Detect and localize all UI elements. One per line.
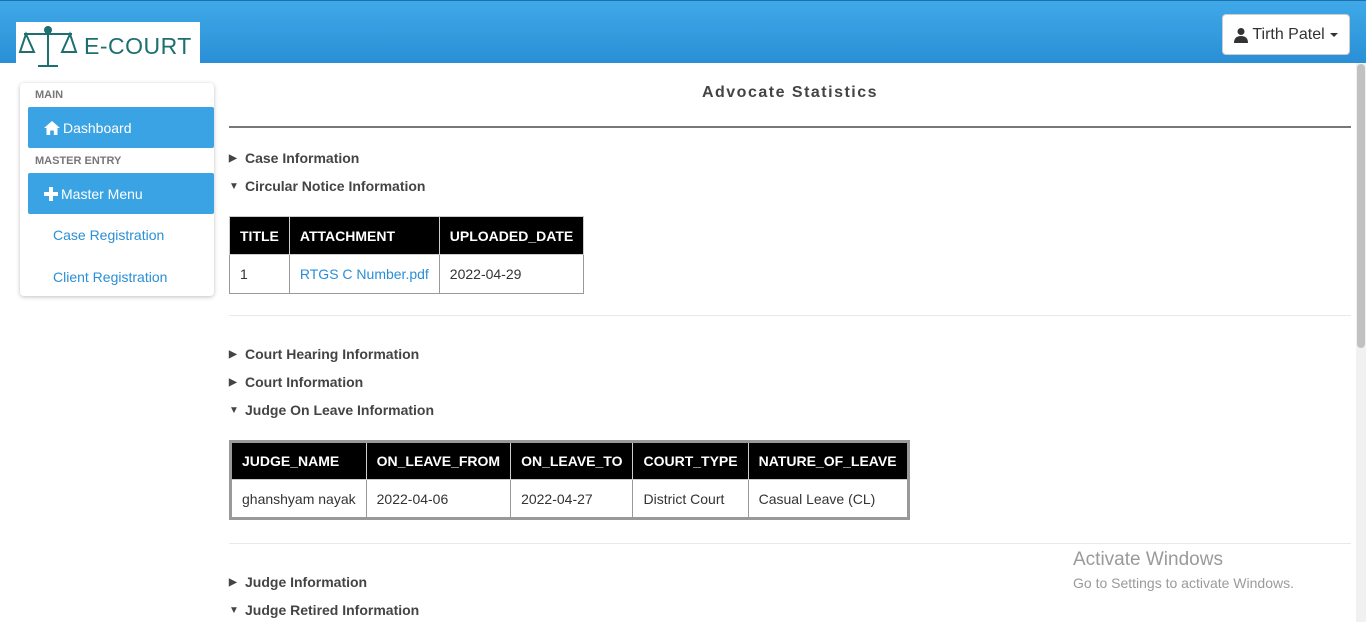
column-header: JUDGE_NAME bbox=[230, 441, 367, 480]
column-header: TITLE bbox=[229, 216, 290, 255]
triangle-down-icon: ▼ bbox=[229, 180, 239, 192]
user-name: Tirth Patel bbox=[1252, 25, 1325, 43]
table-cell: ghanshyam nayak bbox=[230, 479, 367, 519]
table-row: 1 RTGS C Number.pdf 2022-04-29 bbox=[229, 254, 585, 294]
table-row: ghanshyam nayak 2022-04-06 2022-04-27 Di… bbox=[230, 479, 909, 519]
section-label: Circular Notice Information bbox=[245, 178, 426, 194]
column-header: ATTACHMENT bbox=[288, 216, 440, 255]
sidebar-link-client-registration[interactable]: Client Registration bbox=[53, 269, 167, 285]
table-cell: District Court bbox=[632, 479, 749, 519]
attachment-link[interactable]: RTGS C Number.pdf bbox=[300, 266, 429, 282]
section-label: Court Hearing Information bbox=[245, 346, 420, 362]
user-menu-button[interactable]: Tirth Patel bbox=[1222, 14, 1350, 55]
sidebar: MAIN Dashboard MASTER ENTRY Master Menu … bbox=[20, 83, 214, 296]
table-cell: 2022-04-27 bbox=[510, 479, 634, 519]
triangle-right-icon: ▶ bbox=[229, 348, 237, 360]
section-toggle-judge-retired-information[interactable]: ▼ Judge Retired Information bbox=[229, 602, 419, 618]
divider bbox=[229, 126, 1351, 128]
caret-down-icon bbox=[1329, 32, 1338, 37]
section-label: Case Information bbox=[245, 150, 360, 166]
table-cell: Casual Leave (CL) bbox=[747, 479, 909, 519]
column-header: COURT_TYPE bbox=[632, 441, 749, 480]
column-header: NATURE_OF_LEAVE bbox=[747, 441, 909, 480]
user-icon bbox=[1234, 27, 1249, 43]
table-cell: RTGS C Number.pdf bbox=[288, 254, 440, 294]
triangle-right-icon: ▶ bbox=[229, 152, 237, 164]
scrollbar-thumb[interactable] bbox=[1357, 64, 1365, 348]
column-header: UPLOADED_DATE bbox=[438, 216, 585, 255]
column-header: ON_LEAVE_TO bbox=[510, 441, 634, 480]
section-toggle-court-hearing-information[interactable]: ▶ Court Hearing Information bbox=[229, 346, 419, 362]
triangle-down-icon: ▼ bbox=[229, 404, 239, 416]
sidebar-link-case-registration[interactable]: Case Registration bbox=[53, 227, 164, 243]
triangle-right-icon: ▶ bbox=[229, 376, 237, 388]
watermark-title: Activate Windows bbox=[1073, 549, 1223, 570]
sidebar-item-dashboard[interactable]: Dashboard bbox=[28, 107, 214, 148]
table-cell: 2022-04-29 bbox=[438, 254, 585, 294]
judge-on-leave-table: JUDGE_NAME ON_LEAVE_FROM ON_LEAVE_TO COU… bbox=[229, 440, 910, 520]
windows-activation-watermark: Activate Windows Go to Settings to activ… bbox=[1073, 549, 1294, 591]
logo-text: E-COURT bbox=[84, 32, 192, 59]
sidebar-item-master-menu[interactable]: Master Menu bbox=[28, 173, 214, 214]
section-label: Judge On Leave Information bbox=[245, 402, 435, 418]
home-icon bbox=[44, 120, 60, 135]
triangle-right-icon: ▶ bbox=[229, 576, 237, 588]
section-label: Judge Retired Information bbox=[245, 602, 420, 618]
sidebar-heading-main: MAIN bbox=[35, 89, 64, 101]
divider bbox=[229, 543, 1351, 544]
divider bbox=[229, 315, 1351, 316]
sidebar-item-label: Master Menu bbox=[61, 185, 143, 202]
section-toggle-case-information[interactable]: ▶ Case Information bbox=[229, 150, 359, 166]
sidebar-heading-master-entry: MASTER ENTRY bbox=[35, 155, 122, 167]
section-label: Judge Information bbox=[245, 574, 368, 590]
logo[interactable]: E-COURT bbox=[16, 22, 200, 70]
top-navbar bbox=[0, 0, 1366, 63]
triangle-down-icon: ▼ bbox=[229, 604, 239, 616]
scales-of-justice-icon bbox=[18, 26, 78, 67]
section-toggle-court-information[interactable]: ▶ Court Information bbox=[229, 374, 363, 390]
section-toggle-circular-notice-information[interactable]: ▼ Circular Notice Information bbox=[229, 178, 425, 194]
section-label: Court Information bbox=[245, 374, 364, 390]
section-toggle-judge-on-leave-information[interactable]: ▼ Judge On Leave Information bbox=[229, 402, 434, 418]
table-header-row: JUDGE_NAME ON_LEAVE_FROM ON_LEAVE_TO COU… bbox=[230, 441, 909, 480]
sidebar-item-label: Dashboard bbox=[63, 119, 132, 136]
table-cell: 2022-04-06 bbox=[365, 479, 512, 519]
column-header: ON_LEAVE_FROM bbox=[365, 441, 512, 480]
page-title: Advocate Statistics bbox=[701, 84, 879, 101]
section-toggle-judge-information[interactable]: ▶ Judge Information bbox=[229, 574, 367, 590]
plus-icon bbox=[44, 186, 58, 201]
table-cell: 1 bbox=[229, 254, 290, 294]
circular-notice-table: TITLE ATTACHMENT UPLOADED_DATE 1 RTGS C … bbox=[229, 216, 585, 294]
table-header-row: TITLE ATTACHMENT UPLOADED_DATE bbox=[229, 216, 585, 255]
watermark-subtitle: Go to Settings to activate Windows. bbox=[1073, 575, 1294, 591]
